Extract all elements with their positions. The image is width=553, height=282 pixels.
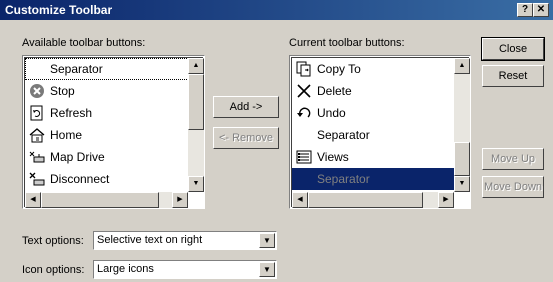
scroll-left-arrow-icon[interactable]: ◀ [292, 192, 308, 208]
window-title: Customize Toolbar [5, 3, 113, 17]
text-options-value: Selective text on right [97, 234, 203, 246]
scroll-up-arrow-icon[interactable]: ▲ [188, 58, 204, 74]
map-drive-icon [28, 148, 46, 166]
dropdown-arrow-icon[interactable]: ▼ [259, 233, 275, 248]
list-item[interactable]: Views [292, 146, 455, 168]
scroll-up-arrow-icon[interactable]: ▲ [454, 58, 470, 74]
icon-options-value: Large icons [97, 263, 154, 275]
scroll-left-arrow-icon[interactable]: ◀ [25, 192, 41, 208]
delete-icon [295, 82, 313, 100]
list-item[interactable]: Disconnect [25, 168, 189, 190]
copy-to-icon [295, 60, 313, 78]
text-options-label: Text options: [22, 235, 84, 247]
home-icon [28, 126, 46, 144]
list-item[interactable]: Separator [292, 168, 455, 190]
add-button[interactable]: Add -> [213, 96, 279, 118]
list-item-label: Home [50, 128, 83, 142]
remove-button[interactable]: <- Remove [213, 127, 279, 149]
title-bar: Customize Toolbar ? ✕ [0, 0, 553, 20]
scroll-thumb[interactable] [41, 192, 159, 208]
scroll-right-arrow-icon[interactable]: ▶ [438, 192, 454, 208]
scroll-thumb[interactable] [308, 192, 423, 208]
list-item-label: Stop [50, 84, 75, 98]
undo-icon [295, 104, 313, 122]
list-item-label: Copy To [317, 62, 361, 76]
current-buttons-label: Current toolbar buttons: [289, 37, 405, 49]
list-item-label: Delete [317, 84, 352, 98]
scroll-thumb[interactable] [454, 142, 470, 176]
available-buttons-list[interactable]: Separator Stop Refresh Home Map Drive Disconn… [22, 55, 205, 209]
current-buttons-list[interactable]: Copy To Delete Undo Separator Views Separator… [289, 55, 471, 209]
list-item-label: Separator [317, 172, 370, 186]
list-item-label: Separator [317, 128, 370, 142]
available-buttons-label: Available toolbar buttons: [22, 37, 146, 49]
list-item[interactable]: Home [25, 124, 189, 146]
dropdown-arrow-icon[interactable]: ▼ [259, 262, 275, 277]
icon-options-select[interactable]: Large icons ▼ [93, 260, 277, 279]
current-horizontal-scrollbar[interactable]: ◀ ▶ [292, 192, 454, 208]
disconnect-icon [28, 170, 46, 188]
scroll-thumb[interactable] [188, 74, 204, 130]
text-options-select[interactable]: Selective text on right ▼ [93, 231, 277, 250]
list-item[interactable]: Map Drive [25, 146, 189, 168]
list-item[interactable]: Delete [292, 80, 455, 102]
list-item[interactable]: Copy To [292, 58, 455, 80]
move-up-button[interactable]: Move Up [482, 148, 544, 170]
list-item-label: Map Drive [50, 150, 105, 164]
list-item-label: Undo [317, 106, 346, 120]
list-item[interactable]: Stop [25, 80, 189, 102]
close-window-button[interactable]: ✕ [533, 3, 549, 17]
scroll-down-arrow-icon[interactable]: ▼ [188, 176, 204, 192]
stop-icon [28, 82, 46, 100]
icon-options-label: Icon options: [22, 264, 85, 276]
list-item[interactable]: Separator [292, 124, 455, 146]
available-vertical-scrollbar[interactable]: ▲ ▼ [188, 58, 204, 192]
list-item-label: Views [317, 150, 349, 164]
available-horizontal-scrollbar[interactable]: ◀ ▶ [25, 192, 188, 208]
close-button[interactable]: Close [481, 37, 545, 61]
views-icon [295, 148, 313, 166]
list-item-label: Refresh [50, 106, 93, 120]
refresh-icon [28, 104, 46, 122]
list-item-label: Disconnect [50, 172, 110, 186]
current-vertical-scrollbar[interactable]: ▲ ▼ [454, 58, 470, 192]
list-item-label: Separator [50, 62, 103, 76]
reset-button[interactable]: Reset [482, 65, 544, 87]
scroll-down-arrow-icon[interactable]: ▼ [454, 176, 470, 192]
help-button[interactable]: ? [517, 3, 533, 17]
scroll-right-arrow-icon[interactable]: ▶ [172, 192, 188, 208]
list-item[interactable]: Refresh [25, 102, 189, 124]
move-down-button[interactable]: Move Down [482, 176, 544, 198]
list-item[interactable]: Separator [25, 58, 189, 80]
list-item[interactable]: Undo [292, 102, 455, 124]
